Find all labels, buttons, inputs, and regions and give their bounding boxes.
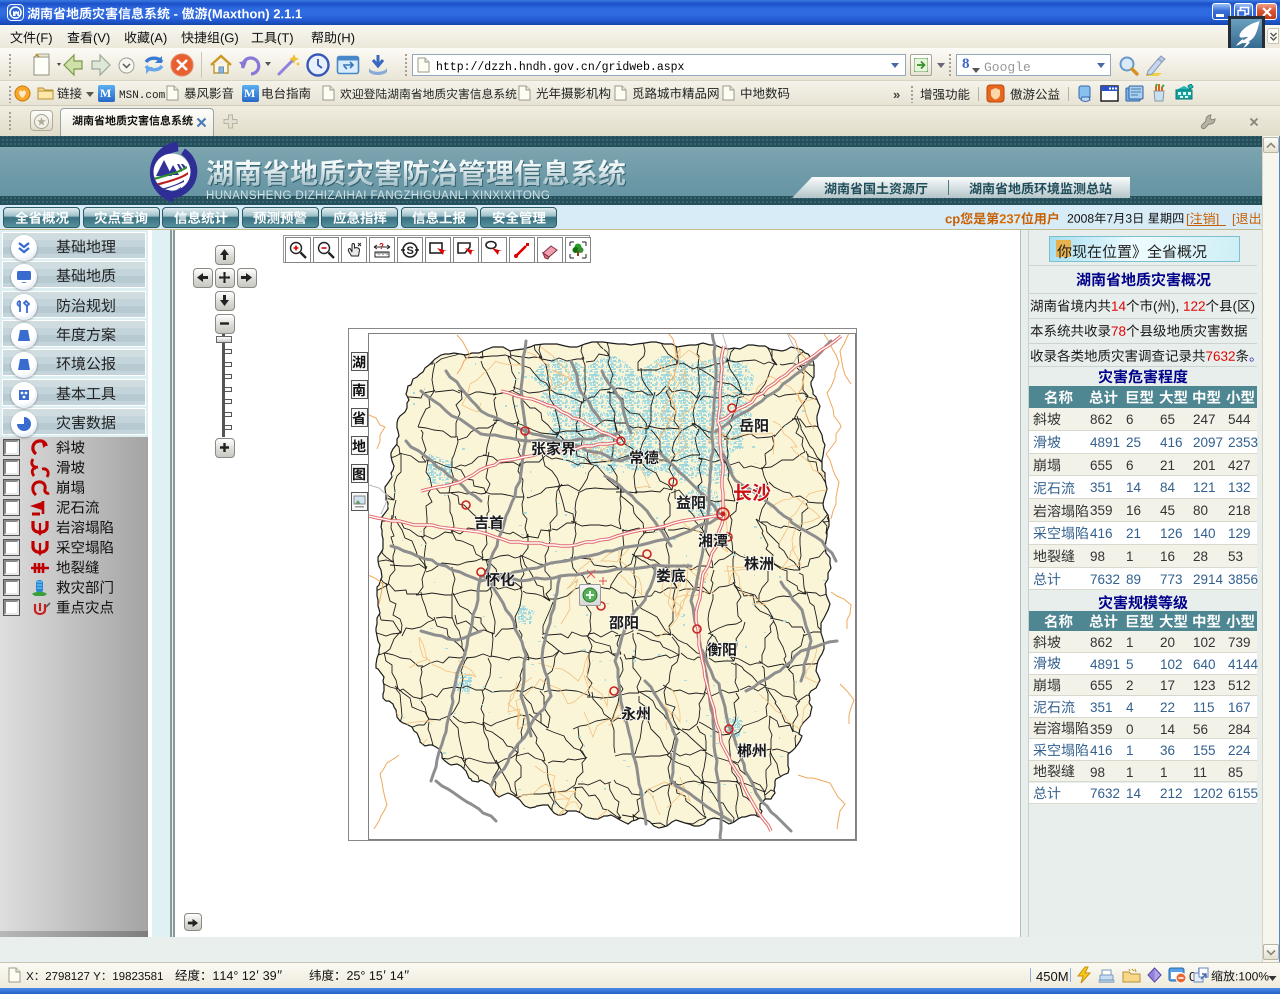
svg-text:?: ? [379,242,384,251]
svg-text:S: S [407,245,414,257]
